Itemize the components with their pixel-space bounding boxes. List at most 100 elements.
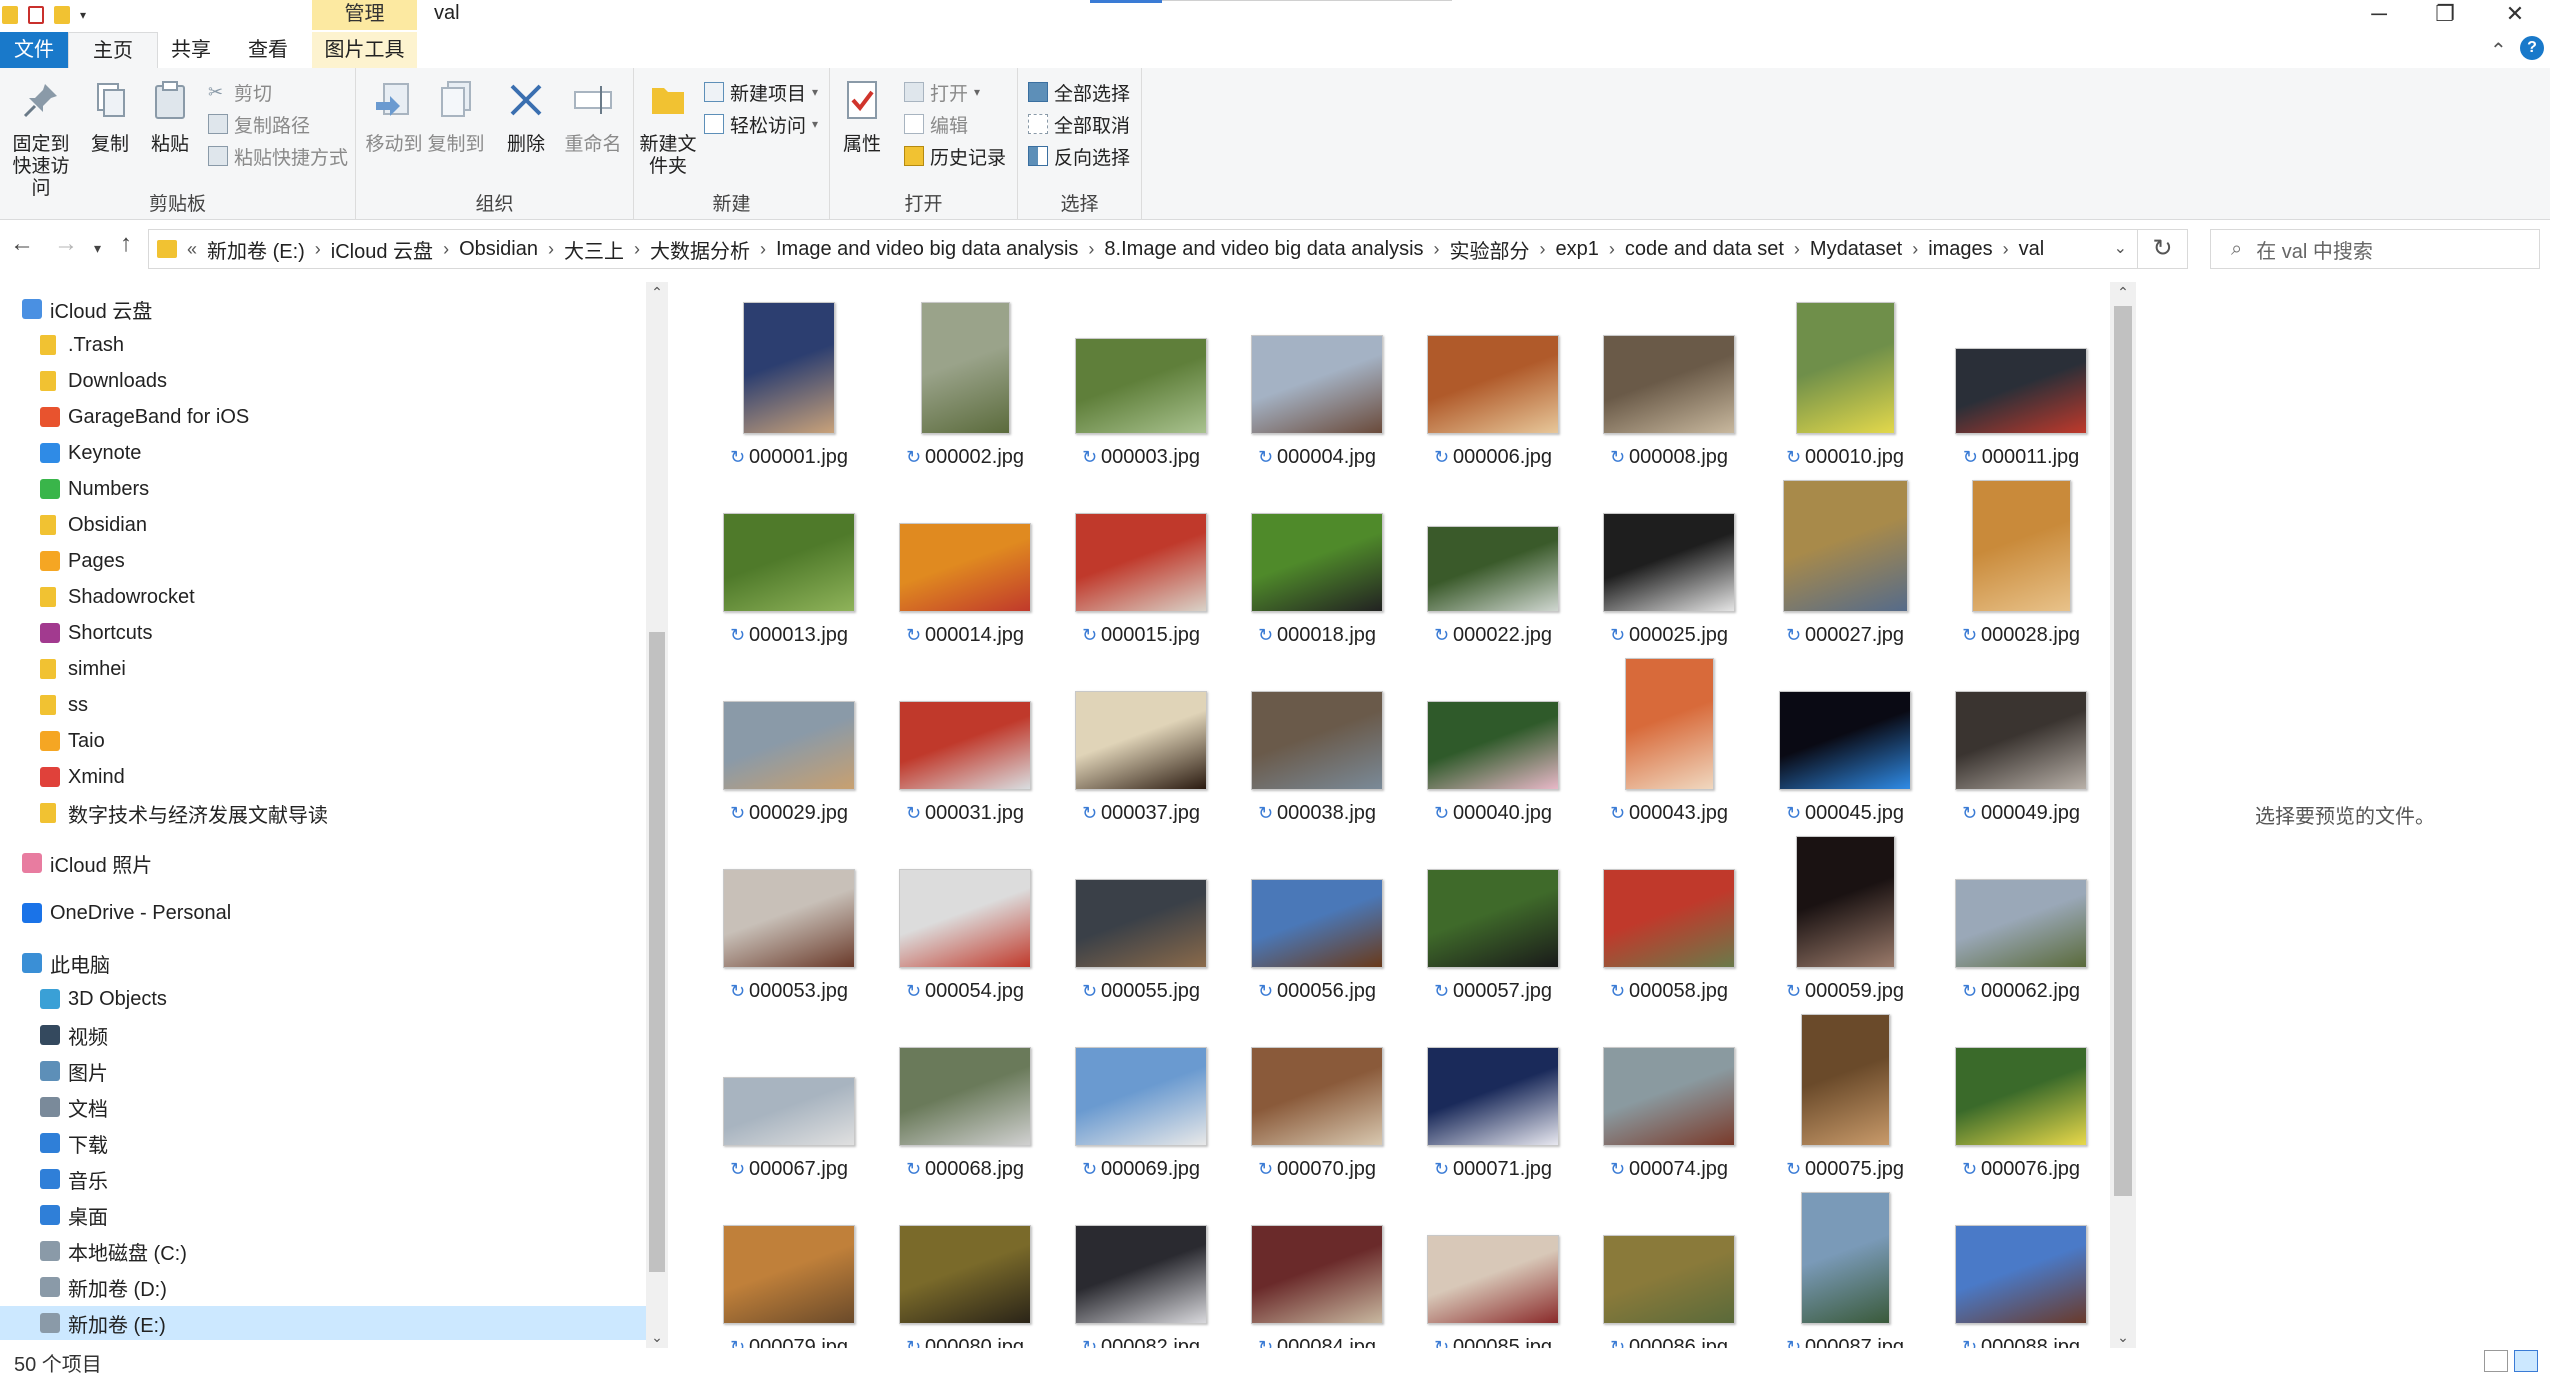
nav-item[interactable]: Taio <box>0 724 646 758</box>
nav-item[interactable]: Xmind <box>0 760 646 794</box>
file-tile[interactable]: ↻ 000006.jpg <box>1408 294 1578 468</box>
file-tile[interactable]: ↻ 000031.jpg <box>880 650 1050 824</box>
nav-item[interactable]: GarageBand for iOS <box>0 400 646 434</box>
file-tile[interactable]: ↻ 000086.jpg <box>1584 1184 1754 1348</box>
nav-item[interactable]: 视频 <box>0 1018 646 1052</box>
file-tile[interactable]: ↻ 000071.jpg <box>1408 1006 1578 1180</box>
chevron-right-icon[interactable]: › <box>315 239 321 260</box>
chevron-right-icon[interactable]: › <box>2003 239 2009 260</box>
breadcrumb-item[interactable]: Image and video big data analysis <box>776 238 1078 261</box>
nav-item[interactable]: 图片 <box>0 1054 646 1088</box>
nav-item[interactable]: 下载 <box>0 1126 646 1160</box>
file-tile[interactable]: ↻ 000002.jpg <box>880 294 1050 468</box>
nav-item[interactable]: 桌面 <box>0 1198 646 1232</box>
nav-item[interactable]: 3D Objects <box>0 982 646 1016</box>
file-tile[interactable]: ↻ 000085.jpg <box>1408 1184 1578 1348</box>
minimize-button[interactable]: ─ <box>2344 0 2414 30</box>
edit-button[interactable]: 编辑 <box>904 110 968 138</box>
refresh-button[interactable]: ↻ <box>2138 229 2188 269</box>
chevron-right-icon[interactable]: › <box>1609 239 1615 260</box>
file-tile[interactable]: ↻ 000008.jpg <box>1584 294 1754 468</box>
file-tile[interactable]: ↻ 000062.jpg <box>1936 828 2106 1002</box>
file-tile[interactable]: ↻ 000040.jpg <box>1408 650 1578 824</box>
file-tile[interactable]: ↻ 000022.jpg <box>1408 472 1578 646</box>
file-tile[interactable]: ↻ 000014.jpg <box>880 472 1050 646</box>
chevron-right-icon[interactable]: › <box>1912 239 1918 260</box>
file-tile[interactable]: ↻ 000082.jpg <box>1056 1184 1226 1348</box>
file-tile[interactable]: ↻ 000027.jpg <box>1760 472 1930 646</box>
file-tile[interactable]: ↻ 000003.jpg <box>1056 294 1226 468</box>
content-scrollbar[interactable]: ⌃ ⌄ <box>2110 282 2136 1348</box>
scroll-up-icon[interactable]: ⌃ <box>646 284 668 301</box>
file-tile[interactable]: ↻ 000075.jpg <box>1760 1006 1930 1180</box>
breadcrumb-item[interactable]: 新加卷 (E:) <box>207 235 305 264</box>
breadcrumb-item[interactable]: exp1 <box>1556 238 1599 261</box>
nav-item[interactable]: 音乐 <box>0 1162 646 1196</box>
tab-picture-tools[interactable]: 图片工具 <box>312 32 417 68</box>
scroll-down-icon[interactable]: ⌄ <box>646 1329 668 1346</box>
file-tile[interactable]: ↻ 000055.jpg <box>1056 828 1226 1002</box>
file-tile[interactable]: ↻ 000038.jpg <box>1232 650 1402 824</box>
file-tile[interactable]: ↻ 000053.jpg <box>704 828 874 1002</box>
file-tile[interactable]: ↻ 000013.jpg <box>704 472 874 646</box>
nav-item[interactable]: ss <box>0 688 646 722</box>
file-tile[interactable]: ↻ 000045.jpg <box>1760 650 1930 824</box>
chevron-right-icon[interactable]: › <box>634 239 640 260</box>
invert-selection-button[interactable]: 反向选择 <box>1028 142 1130 170</box>
tab-manage[interactable]: 管理 <box>312 0 417 30</box>
chevron-right-icon[interactable]: › <box>760 239 766 260</box>
chevron-right-icon[interactable]: › <box>1088 239 1094 260</box>
chevron-down-icon[interactable]: ⌄ <box>2114 238 2127 258</box>
cut-button[interactable]: ✂ 剪切 <box>208 78 272 106</box>
file-tile[interactable]: ↻ 000018.jpg <box>1232 472 1402 646</box>
file-tile[interactable]: ↻ 000037.jpg <box>1056 650 1226 824</box>
file-tile[interactable]: ↻ 000001.jpg <box>704 294 874 468</box>
copy-button[interactable]: 复制 <box>86 78 134 156</box>
close-button[interactable]: ✕ <box>2480 0 2550 30</box>
scroll-down-icon[interactable]: ⌄ <box>2110 1329 2136 1346</box>
new-folder-icon[interactable] <box>54 6 70 24</box>
chevron-right-icon[interactable]: › <box>1540 239 1546 260</box>
open-button[interactable]: 打开 ▾ <box>904 78 980 106</box>
nav-item[interactable]: Pages <box>0 544 646 578</box>
breadcrumb-item[interactable]: 8.Image and video big data analysis <box>1104 238 1423 261</box>
forward-button[interactable]: → <box>54 230 78 258</box>
nav-item[interactable]: Keynote <box>0 436 646 470</box>
nav-item[interactable]: iCloud 云盘 <box>0 292 646 326</box>
tab-share[interactable]: 共享 <box>158 32 224 68</box>
back-button[interactable]: ← <box>10 230 34 258</box>
nav-scroll-thumb[interactable] <box>649 632 665 1272</box>
restore-button[interactable]: ❐ <box>2410 0 2480 30</box>
file-tile[interactable]: ↻ 000028.jpg <box>1936 472 2106 646</box>
nav-item[interactable]: 数字技术与经济发展文献导读 <box>0 796 646 830</box>
nav-item[interactable]: Downloads <box>0 364 646 398</box>
copy-to-button[interactable]: 复制到 <box>426 78 486 156</box>
breadcrumb-item[interactable]: 实验部分 <box>1450 235 1530 264</box>
breadcrumb-item[interactable]: 大数据分析 <box>650 235 750 264</box>
recent-locations-button[interactable]: ▾ <box>94 240 101 257</box>
select-none-button[interactable]: 全部取消 <box>1028 110 1130 138</box>
nav-item[interactable]: 文档 <box>0 1090 646 1124</box>
details-view-button[interactable] <box>2484 1350 2508 1372</box>
file-tile[interactable]: ↻ 000070.jpg <box>1232 1006 1402 1180</box>
copy-path-button[interactable]: 复制路径 <box>208 110 310 138</box>
file-tile[interactable]: ↻ 000076.jpg <box>1936 1006 2106 1180</box>
file-tile[interactable]: ↻ 000087.jpg <box>1760 1184 1930 1348</box>
properties-button[interactable]: 属性 <box>838 78 886 156</box>
select-all-button[interactable]: 全部选择 <box>1028 78 1130 106</box>
file-tile[interactable]: ↻ 000010.jpg <box>1760 294 1930 468</box>
file-tile[interactable]: ↻ 000049.jpg <box>1936 650 2106 824</box>
file-tile[interactable]: ↻ 000067.jpg <box>704 1006 874 1180</box>
file-tile[interactable]: ↻ 000043.jpg <box>1584 650 1754 824</box>
breadcrumb-item[interactable]: code and data set <box>1625 238 1784 261</box>
file-tile[interactable]: ↻ 000088.jpg <box>1936 1184 2106 1348</box>
chevron-right-icon[interactable]: › <box>443 239 449 260</box>
file-tile[interactable]: ↻ 000057.jpg <box>1408 828 1578 1002</box>
tab-home[interactable]: 主页 <box>68 32 158 68</box>
file-tile[interactable]: ↻ 000079.jpg <box>704 1184 874 1348</box>
file-tile[interactable]: ↻ 000004.jpg <box>1232 294 1402 468</box>
rename-button[interactable]: 重命名 <box>560 78 626 156</box>
nav-scrollbar[interactable]: ⌃ ⌄ <box>646 282 668 1348</box>
pin-to-quick-access-button[interactable]: 固定到快速访问 <box>4 78 78 200</box>
properties-icon[interactable] <box>28 6 44 24</box>
